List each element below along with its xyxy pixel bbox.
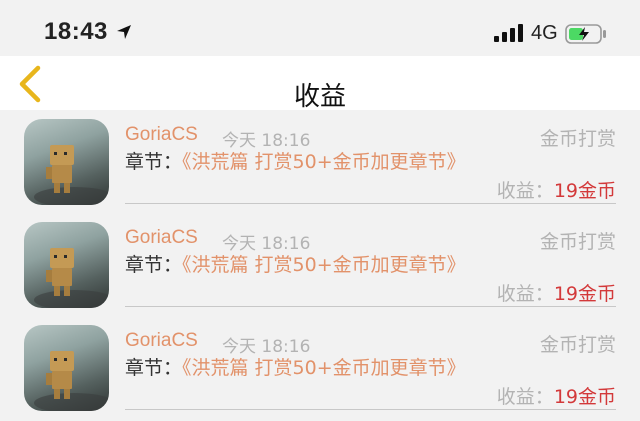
cardboard-robot-avatar [24,119,109,205]
chapter-title: 《洪荒篇 打赏50+金币加更章节》 [182,357,466,379]
income-value: 19金币 [553,386,616,408]
chapter-info: 章节：《洪荒篇 打赏50+金币加更章节》 [125,150,495,174]
chapter-info: 章节：《洪荒篇 打赏50+金币加更章节》 [125,253,495,277]
reward-type: 金币打赏 [539,334,616,356]
row-divider [125,409,616,410]
cardboard-robot-avatar [24,325,109,411]
user-name: GoriaCS [125,227,198,248]
chapter-info: 章节：《洪荒篇 打赏50+金币加更章节》 [125,356,495,380]
income-label: 收益： [496,180,554,202]
reward-type: 金币打赏 [539,128,616,150]
income-info: 收益：19金币 [497,176,616,203]
list-item[interactable]: GoriaCS 今天 18:16 金币打赏 章节：《洪荒篇 打赏50+金币加更章… [0,316,640,419]
row-divider [125,306,616,307]
chapter-label: 章节： [125,357,183,379]
chapter-title: 《洪荒篇 打赏50+金币加更章节》 [182,254,466,276]
list-item[interactable]: GoriaCS 今天 18:16 金币打赏 章节：《洪荒篇 打赏50+金币加更章… [0,110,640,213]
user-name: GoriaCS [125,124,198,145]
income-value: 19金币 [553,180,616,202]
income-value: 19金币 [553,283,616,305]
location-arrow-icon [116,24,132,44]
user-name: GoriaCS [125,330,198,351]
chapter-title: 《洪荒篇 打赏50+金币加更章节》 [182,151,466,173]
income-info: 收益：19金币 [497,382,616,409]
status-bar: 18:43 4G [0,0,640,56]
battery-charging-icon [565,24,607,48]
income-label: 收益： [496,283,554,305]
page-title: 收益 [293,82,346,112]
chapter-label: 章节： [125,151,183,173]
income-list: GoriaCS 今天 18:16 金币打赏 章节：《洪荒篇 打赏50+金币加更章… [0,110,640,419]
reward-time: 今天 18:16 [222,337,311,357]
cardboard-robot-avatar [24,222,109,308]
row-divider [125,203,616,204]
signal-icon [494,24,524,46]
income-label: 收益： [496,386,554,408]
reward-time: 今天 18:16 [222,234,311,254]
status-time: 18:43 [44,18,108,45]
network-type: 4G [531,22,558,44]
list-item[interactable]: GoriaCS 今天 18:16 金币打赏 章节：《洪荒篇 打赏50+金币加更章… [0,213,640,316]
income-info: 收益：19金币 [497,279,616,306]
reward-type: 金币打赏 [539,231,616,253]
nav-bar: 收益 [0,56,640,112]
reward-time: 今天 18:16 [222,131,311,151]
chapter-label: 章节： [125,254,183,276]
